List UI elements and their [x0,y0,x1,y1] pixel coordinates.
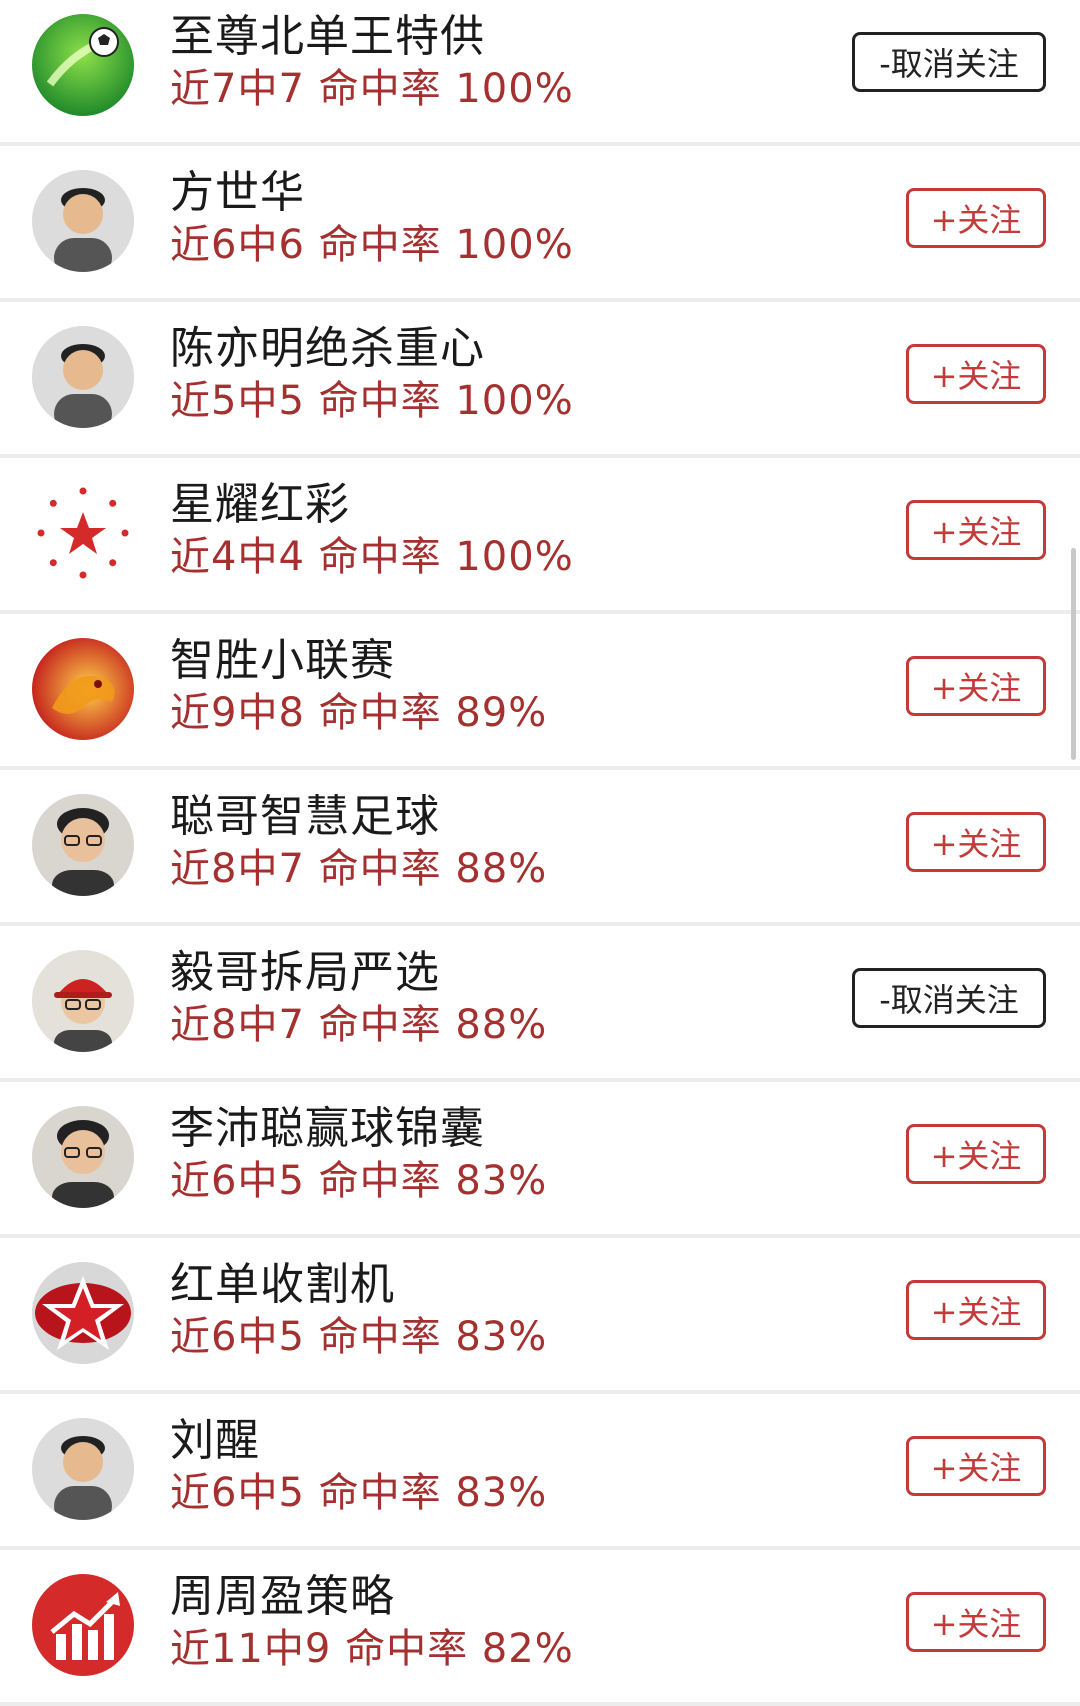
hit-rate-value: 82% [481,1626,574,1672]
follow-button[interactable]: +关注 [906,500,1046,560]
unfollow-button[interactable]: -取消关注 [852,32,1046,92]
hit-rate-stats: 近5中5 命中率 100% [170,368,574,426]
avatar[interactable] [32,482,134,584]
hit-rate-stats: 近11中9 命中率 82% [170,1616,574,1674]
hit-rate-value: 83% [455,1158,548,1204]
expert-name: 李沛聪赢球锦囊 [170,1103,485,1154]
list-item[interactable]: 毅哥拆局严选 近8中7 命中率 88% -取消关注 [0,926,1080,1082]
list-item[interactable]: 方世华 近6中6 命中率 100% +关注 [0,146,1080,302]
recent-record: 近9中8 [170,690,305,736]
list-item[interactable]: 李沛聪赢球锦囊 近6中5 命中率 83% +关注 [0,1082,1080,1238]
recent-record: 近4中4 [170,534,305,580]
list-item[interactable]: 周周盈策略 近11中9 命中率 82% +关注 [0,1550,1080,1706]
hit-rate-stats: 近9中8 命中率 89% [170,680,547,738]
hit-rate-label: 命中率 [318,1158,442,1204]
list-item[interactable]: 红单收割机 近6中5 命中率 83% +关注 [0,1238,1080,1394]
follow-button[interactable]: +关注 [906,812,1046,872]
expert-name: 周周盈策略 [170,1571,395,1622]
expert-name: 刘醒 [170,1415,260,1466]
hit-rate-label: 命中率 [318,534,442,580]
hit-rate-stats: 近6中5 命中率 83% [170,1148,547,1206]
hit-rate-label: 命中率 [318,378,442,424]
expert-name: 聪哥智慧足球 [170,791,440,842]
avatar[interactable] [32,14,134,116]
hit-rate-value: 100% [455,534,574,580]
list-item[interactable]: 至尊北单王特供 近7中7 命中率 100% -取消关注 [0,0,1080,146]
expert-name: 毅哥拆局严选 [170,947,440,998]
hit-rate-stats: 近6中5 命中率 83% [170,1460,547,1518]
expert-name: 至尊北单王特供 [170,11,485,62]
follow-button[interactable]: +关注 [906,1124,1046,1184]
hit-rate-value: 100% [455,222,574,268]
follow-button[interactable]: +关注 [906,656,1046,716]
hit-rate-stats: 近7中7 命中率 100% [170,56,574,114]
recent-record: 近6中5 [170,1314,305,1360]
hit-rate-label: 命中率 [318,66,442,112]
recent-record: 近6中5 [170,1470,305,1516]
avatar[interactable] [32,638,134,740]
hit-rate-value: 100% [455,66,574,112]
recent-record: 近7中7 [170,66,305,112]
hit-rate-label: 命中率 [318,222,442,268]
hit-rate-label: 命中率 [318,1314,442,1360]
list-item[interactable]: 陈亦明绝杀重心 近5中5 命中率 100% +关注 [0,302,1080,458]
recent-record: 近5中5 [170,378,305,424]
hit-rate-stats: 近4中4 命中率 100% [170,524,574,582]
avatar[interactable] [32,1106,134,1208]
hit-rate-value: 83% [455,1470,548,1516]
hit-rate-stats: 近8中7 命中率 88% [170,992,547,1050]
recent-record: 近6中6 [170,222,305,268]
list-item[interactable]: 智胜小联赛 近9中8 命中率 89% +关注 [0,614,1080,770]
hit-rate-value: 89% [455,690,548,736]
avatar[interactable] [32,794,134,896]
list-item[interactable]: 聪哥智慧足球 近8中7 命中率 88% +关注 [0,770,1080,926]
follow-button[interactable]: +关注 [906,344,1046,404]
hit-rate-value: 88% [455,846,548,892]
recent-record: 近8中7 [170,1002,305,1048]
expert-name: 方世华 [170,167,305,218]
hit-rate-value: 100% [455,378,574,424]
hit-rate-stats: 近8中7 命中率 88% [170,836,547,894]
list-item[interactable]: 刘醒 近6中5 命中率 83% +关注 [0,1394,1080,1550]
avatar[interactable] [32,326,134,428]
follow-button[interactable]: +关注 [906,1280,1046,1340]
hit-rate-stats: 近6中6 命中率 100% [170,212,574,270]
avatar[interactable] [32,1418,134,1520]
expert-name: 星耀红彩 [170,479,350,530]
avatar[interactable] [32,950,134,1052]
hit-rate-label: 命中率 [345,1626,469,1672]
hit-rate-label: 命中率 [318,1470,442,1516]
follow-button[interactable]: +关注 [906,188,1046,248]
expert-name: 红单收割机 [170,1259,395,1310]
follow-button[interactable]: +关注 [906,1592,1046,1652]
recent-record: 近11中9 [170,1626,332,1672]
hit-rate-label: 命中率 [318,1002,442,1048]
follow-button[interactable]: +关注 [906,1436,1046,1496]
hit-rate-label: 命中率 [318,846,442,892]
recent-record: 近6中5 [170,1158,305,1204]
recent-record: 近8中7 [170,846,305,892]
avatar[interactable] [32,170,134,272]
hit-rate-stats: 近6中5 命中率 83% [170,1304,547,1362]
hit-rate-value: 83% [455,1314,548,1360]
expert-list: 至尊北单王特供 近7中7 命中率 100% -取消关注 方世华 近6中6 命中率 100… [0,0,1080,1706]
hit-rate-label: 命中率 [318,690,442,736]
unfollow-button[interactable]: -取消关注 [852,968,1046,1028]
scrollbar[interactable] [1071,548,1076,760]
expert-name: 陈亦明绝杀重心 [170,323,485,374]
hit-rate-value: 88% [455,1002,548,1048]
expert-name: 智胜小联赛 [170,635,395,686]
avatar[interactable] [32,1262,134,1364]
list-item[interactable]: 星耀红彩 近4中4 命中率 100% +关注 [0,458,1080,614]
avatar[interactable] [32,1574,134,1676]
